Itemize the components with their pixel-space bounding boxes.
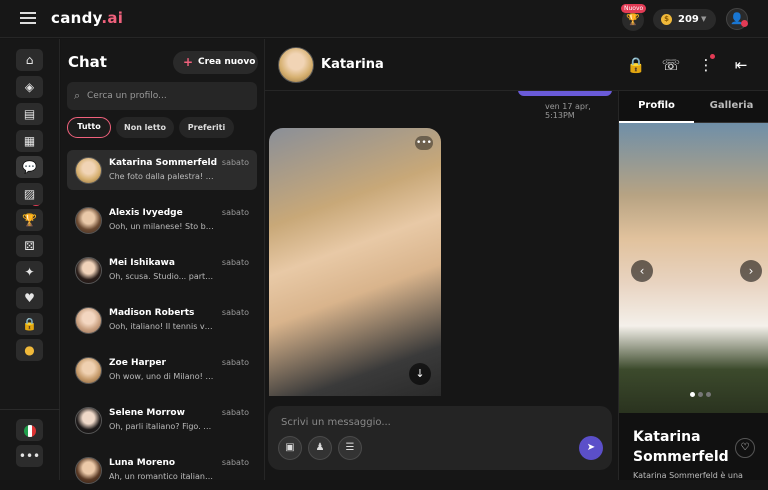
notification-dot <box>741 20 748 27</box>
message-input[interactable] <box>281 414 581 430</box>
filter-all[interactable]: Tutto <box>67 117 111 138</box>
header-avatar[interactable] <box>278 47 314 83</box>
filter-favorites[interactable]: Preferiti <box>179 117 234 138</box>
compass-icon[interactable]: ◈ <box>16 76 43 98</box>
pose-icon[interactable]: ♟ <box>308 436 332 460</box>
lock-heart-icon[interactable]: 🔒 <box>16 313 43 335</box>
tab-gallery[interactable]: Galleria <box>694 91 768 123</box>
chevron-right-icon[interactable]: › <box>740 260 762 282</box>
message-timestamp: ven 17 apr, 5:13PM <box>545 102 591 120</box>
avatar <box>75 257 102 284</box>
more-options-icon[interactable]: ••• <box>16 445 43 467</box>
plus-icon: + <box>183 55 194 69</box>
chevron-left-icon[interactable]: ‹ <box>631 260 653 282</box>
profile-panel: Profilo Galleria ‹ › Katarina Sommerfeld… <box>618 91 768 480</box>
message-composer: ▣ ♟ ☰ ➤ <box>268 406 612 470</box>
download-icon[interactable]: ↓ <box>409 363 431 385</box>
conversation-title: Katarina <box>321 57 384 72</box>
chat-photo[interactable]: ••• ↓ <box>269 128 441 396</box>
italy-flag-icon[interactable] <box>16 419 43 441</box>
avatar <box>75 207 102 234</box>
chat-item-luna[interactable]: Luna Moreno sabato Ah, un romantico ital… <box>67 450 257 490</box>
chat-item-zoe[interactable]: Zoe Harper sabato Oh wow, uno di Milano!… <box>67 350 257 390</box>
search-placeholder: Cerca un profilo... <box>87 91 167 101</box>
carousel-dot[interactable] <box>698 392 703 397</box>
phone-icon[interactable]: ☏ <box>660 54 682 76</box>
chat-item-alexis[interactable]: Alexis Ivyedge sabato Ooh, un milanese! … <box>67 200 257 240</box>
chevron-down-icon: ▼ <box>701 15 707 23</box>
search-field[interactable]: ⌕ Cerca un profilo... <box>67 82 257 110</box>
film-icon[interactable]: ▤ <box>16 103 43 125</box>
chat-item-madison[interactable]: Madison Roberts sabato Ooh, italiano! Il… <box>67 300 257 340</box>
home-icon[interactable]: ⌂ <box>16 49 43 71</box>
coin-count: 209 <box>678 14 699 25</box>
icon-rail: ⌂ ◈ ▤ ▦ 💬 1 ▨ 🏆 ⚄ ✦ ♥ 🔒 ● ••• <box>0 39 60 480</box>
image-request-icon[interactable]: ▣ <box>278 436 302 460</box>
conversation-panel: ven 17 apr, 5:13PM ••• ↓ ▣ ♟ ☰ ➤ <box>265 39 618 480</box>
chat-bubble-icon[interactable]: 💬 <box>16 156 43 178</box>
trophy-rail-icon[interactable]: 🏆 <box>16 209 43 231</box>
filter-unread[interactable]: Non letto <box>116 117 174 138</box>
chat-list-panel: Chat + Crea nuovo ⌕ Cerca un profilo... … <box>61 39 265 484</box>
new-badge: Nuovo <box>621 4 647 13</box>
rail-divider <box>0 409 60 410</box>
dice-icon[interactable]: ⚄ <box>16 235 43 257</box>
collapse-panel-icon[interactable]: ⇤ <box>730 54 752 76</box>
top-bar: candy.ai 🏆 Nuovo $ 209 ▼ 👤 <box>0 0 768 38</box>
image-gallery-icon[interactable]: ▨ <box>16 183 43 205</box>
notification-dot <box>710 54 715 59</box>
chat-item-katarina[interactable]: Katarina Sommerfeld sabato Che foto dall… <box>67 150 257 190</box>
avatar <box>75 157 102 184</box>
menu-icon[interactable] <box>20 12 36 24</box>
coin-balance-button[interactable]: $ 209 ▼ <box>653 9 716 30</box>
avatar <box>75 357 102 384</box>
avatar <box>75 407 102 434</box>
coin-icon: $ <box>661 14 672 25</box>
send-button[interactable]: ➤ <box>579 436 603 460</box>
tab-profile[interactable]: Profilo <box>619 91 694 123</box>
broken-heart-icon[interactable]: ♥ <box>16 287 43 309</box>
heart-icon[interactable]: ♡ <box>735 438 755 458</box>
conversation-header: Katarina 🔒 ☏ ⋮ ⇤ <box>265 39 768 91</box>
more-options-icon[interactable]: ••• <box>415 136 433 150</box>
profile-name: Katarina Sommerfeld <box>633 429 729 465</box>
carousel-dot[interactable] <box>706 392 711 397</box>
coin-rail-icon[interactable]: ● <box>16 339 43 361</box>
magic-wand-icon[interactable]: ✦ <box>16 261 43 283</box>
profile-description: Katarina Sommerfeld è una <box>633 471 743 480</box>
logo[interactable]: candy.ai <box>51 9 123 27</box>
carousel-dot[interactable] <box>690 392 695 397</box>
grid-icon[interactable]: ▦ <box>16 130 43 152</box>
chat-list-title: Chat <box>68 53 107 71</box>
avatar <box>75 307 102 334</box>
chat-item-selene[interactable]: Selene Morrow sabato Oh, parli italiano?… <box>67 400 257 440</box>
search-icon: ⌕ <box>74 89 81 102</box>
create-new-button[interactable]: + Crea nuovo <box>173 51 258 74</box>
chat-item-mei[interactable]: Mei Ishikawa sabato Oh, scusa. Studio...… <box>67 250 257 290</box>
lock-icon[interactable]: 🔒 <box>625 54 647 76</box>
sliders-icon[interactable]: ☰ <box>338 436 362 460</box>
